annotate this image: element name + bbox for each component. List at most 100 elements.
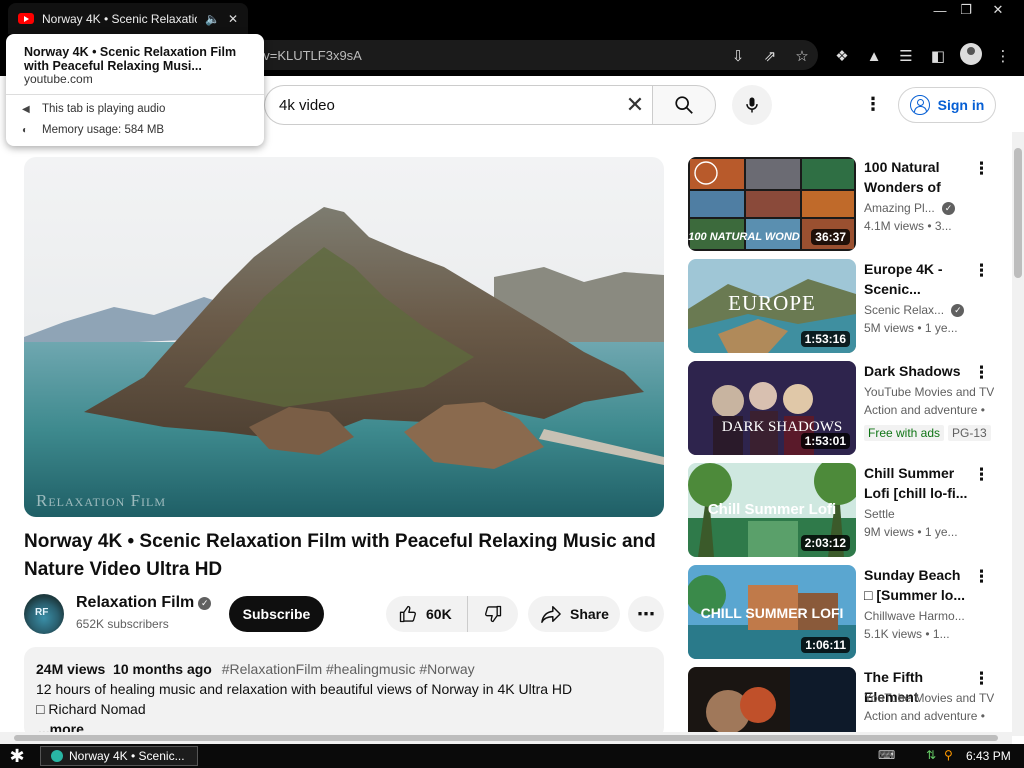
channel-avatar[interactable] — [24, 594, 64, 634]
thumbnail-caption: Chill Summer Lofi — [707, 501, 837, 518]
share-page-icon[interactable]: ⇗ — [759, 45, 781, 67]
share-arrow-icon — [541, 606, 561, 623]
recommendation-menu-icon[interactable]: ⋮ — [973, 567, 990, 587]
side-panel-icon[interactable]: ◧ — [927, 45, 949, 67]
recommendation-channel[interactable]: Scenic Relax... ✓ — [864, 303, 994, 317]
network-tray-icon[interactable]: ⇅ — [926, 748, 936, 762]
vertical-scroll-thumb[interactable] — [1014, 148, 1022, 278]
labs-flask-icon[interactable]: ▲ — [863, 45, 885, 67]
speaker-icon[interactable]: 🔈 — [205, 12, 220, 26]
extensions-icon[interactable]: ❖ — [831, 45, 853, 67]
taskbar-window-button[interactable]: Norway 4K • Scenic... — [40, 746, 198, 766]
recommendation-channel[interactable]: Settle — [864, 507, 994, 521]
search-button[interactable] — [652, 85, 716, 125]
subscriber-count: 652K subscribers — [76, 617, 169, 631]
microphone-icon — [746, 97, 758, 113]
thumbnail-caption: EUROPE — [728, 291, 816, 315]
bookmark-star-icon[interactable]: ☆ — [791, 45, 813, 67]
tab-close-icon[interactable]: ✕ — [228, 12, 238, 26]
recommendation-channel[interactable]: YouTube Movies and TV — [864, 691, 994, 705]
hover-card-divider — [6, 94, 264, 95]
recommendation-thumbnail[interactable]: 100 NATURAL WOND 36:37 — [688, 157, 856, 251]
recommendation-item[interactable]: CHILL SUMMER LOFI 1:06:11 Sunday Beach □… — [688, 565, 998, 661]
dislike-button[interactable] — [468, 596, 518, 632]
recommendation-item[interactable]: EUROPE 1:53:16 Europe 4K - Scenic... ⋮ S… — [688, 259, 998, 355]
verified-check-icon: ✓ — [942, 202, 956, 215]
like-dislike-group: 60K — [386, 596, 518, 632]
recommendation-title[interactable]: Dark Shadows — [864, 361, 968, 381]
like-button[interactable]: 60K — [386, 596, 468, 632]
subscribe-button[interactable]: Subscribe — [229, 596, 324, 632]
rating-badge: PG-13 — [948, 425, 991, 441]
memory-usage-text: Memory usage: 584 MB — [42, 124, 165, 136]
recommendation-thumbnail[interactable]: CHILL SUMMER LOFI 1:06:11 — [688, 565, 856, 659]
recommendation-thumbnail[interactable]: Chill Summer Lofi 2:03:12 — [688, 463, 856, 557]
browser-titlebar: Norway 4K • Scenic Relaxation 🔈 ✕ — ❐ ✕ — [0, 0, 1024, 34]
recommendation-menu-icon[interactable]: ⋮ — [973, 159, 990, 179]
settings-kebab-icon[interactable]: ⋮ — [864, 95, 882, 113]
recommendation-thumbnail[interactable]: EUROPE 1:53:16 — [688, 259, 856, 353]
vertical-scrollbar[interactable] — [1012, 132, 1024, 736]
like-count: 60K — [426, 606, 452, 622]
profile-avatar-icon[interactable] — [960, 43, 982, 65]
recommendation-item[interactable]: The Fifth Element ⋮ YouTube Movies and T… — [688, 667, 998, 733]
hover-card-domain: youtube.com — [24, 72, 93, 86]
user-circle-icon — [909, 95, 930, 115]
recommendation-meta: 5M views • 1 ye... — [864, 321, 958, 335]
channel-name: Relaxation Film — [76, 594, 195, 611]
recommendation-title[interactable]: Chill Summer Lofi [chill lo-fi... — [864, 463, 968, 503]
start-menu-icon[interactable]: ✱ — [6, 746, 28, 766]
search-tray-icon[interactable]: ⚲ — [944, 748, 953, 762]
description-line-1: 12 hours of healing music and relaxation… — [36, 681, 573, 697]
search-query-text: 4k video — [279, 96, 335, 114]
recommendation-item[interactable]: Chill Summer Lofi 2:03:12 Chill Summer L… — [688, 463, 998, 559]
hashtags[interactable]: #RelaxationFilm #healingmusic #Norway — [222, 661, 475, 677]
recommendation-thumbnail[interactable]: DARK SHADOWS 1:53:01 — [688, 361, 856, 455]
share-button[interactable]: Share — [528, 596, 620, 632]
recommendation-item[interactable]: DARK SHADOWS 1:53:01 Dark Shadows ⋮ YouT… — [688, 361, 998, 457]
recommendation-menu-icon[interactable]: ⋮ — [973, 465, 990, 485]
horizontal-scrollbar[interactable] — [0, 732, 1012, 744]
channel-name-link[interactable]: Relaxation Film ✓ — [76, 594, 212, 612]
recommendation-menu-icon[interactable]: ⋮ — [973, 261, 990, 281]
video-player[interactable]: Relaxation Film — [24, 157, 664, 517]
os-taskbar: ✱ Norway 4K • Scenic... ⌨ ⇅ ⚲ 6:43 PM — [0, 744, 1024, 768]
recommendation-title[interactable]: Sunday Beach □ [Summer lo... — [864, 565, 968, 605]
recommendation-title[interactable]: Europe 4K - Scenic... — [864, 259, 968, 299]
verified-check-icon: ✓ — [951, 304, 965, 317]
voice-search-button[interactable] — [732, 85, 772, 125]
recommendation-title[interactable]: 100 Natural Wonders of th... — [864, 157, 968, 197]
video-frame-norway-landscape — [24, 157, 664, 517]
minimize-icon[interactable]: — — [926, 0, 954, 20]
install-app-icon[interactable]: ⇩ — [727, 45, 749, 67]
horizontal-scroll-thumb[interactable] — [14, 735, 998, 741]
audio-status-text: This tab is playing audio — [42, 103, 166, 115]
recommendation-channel[interactable]: YouTube Movies and TV — [864, 385, 994, 399]
window-close-icon[interactable]: ✕ — [984, 0, 1012, 20]
more-actions-button[interactable]: ⋯ — [628, 596, 664, 632]
more-horizontal-icon: ⋯ — [637, 604, 655, 624]
upload-age: 10 months ago — [113, 661, 212, 677]
recommendation-meta: 5.1K views • 1... — [864, 627, 950, 641]
recommendation-thumbnail[interactable] — [688, 667, 856, 733]
recommendation-channel[interactable]: Amazing Pl... ✓ — [864, 201, 994, 215]
browser-tab[interactable]: Norway 4K • Scenic Relaxation 🔈 ✕ — [8, 3, 248, 34]
recommendation-meta: Action and adventure • — [864, 403, 985, 417]
keyboard-tray-icon[interactable]: ⌨ — [878, 748, 895, 762]
sign-in-button[interactable]: Sign in — [898, 87, 996, 123]
recommendation-menu-icon[interactable]: ⋮ — [973, 363, 990, 383]
media-queue-icon[interactable]: ☰ — [895, 45, 917, 67]
recommendation-item[interactable]: 100 NATURAL WOND 36:37 100 Natural Wonde… — [688, 157, 998, 253]
browser-menu-icon[interactable]: ⋮ — [992, 45, 1014, 67]
duration-badge: 36:37 — [811, 229, 850, 245]
restore-icon[interactable]: ❐ — [952, 0, 980, 20]
video-title: Norway 4K • Scenic Relaxation Film with … — [24, 531, 656, 580]
recommendation-channel[interactable]: Chillwave Harmo... — [864, 609, 994, 623]
search-input[interactable]: 4k video — [264, 85, 652, 125]
sign-in-label: Sign in — [937, 97, 985, 113]
clear-search-icon[interactable]: ✕ — [622, 92, 648, 118]
taskbar-clock: 6:43 PM — [966, 749, 1011, 763]
duration-badge: 1:53:16 — [800, 331, 850, 347]
recommendation-menu-icon[interactable]: ⋮ — [973, 669, 990, 689]
description-box[interactable]: 24M views 10 months ago #RelaxationFilm … — [24, 647, 664, 739]
